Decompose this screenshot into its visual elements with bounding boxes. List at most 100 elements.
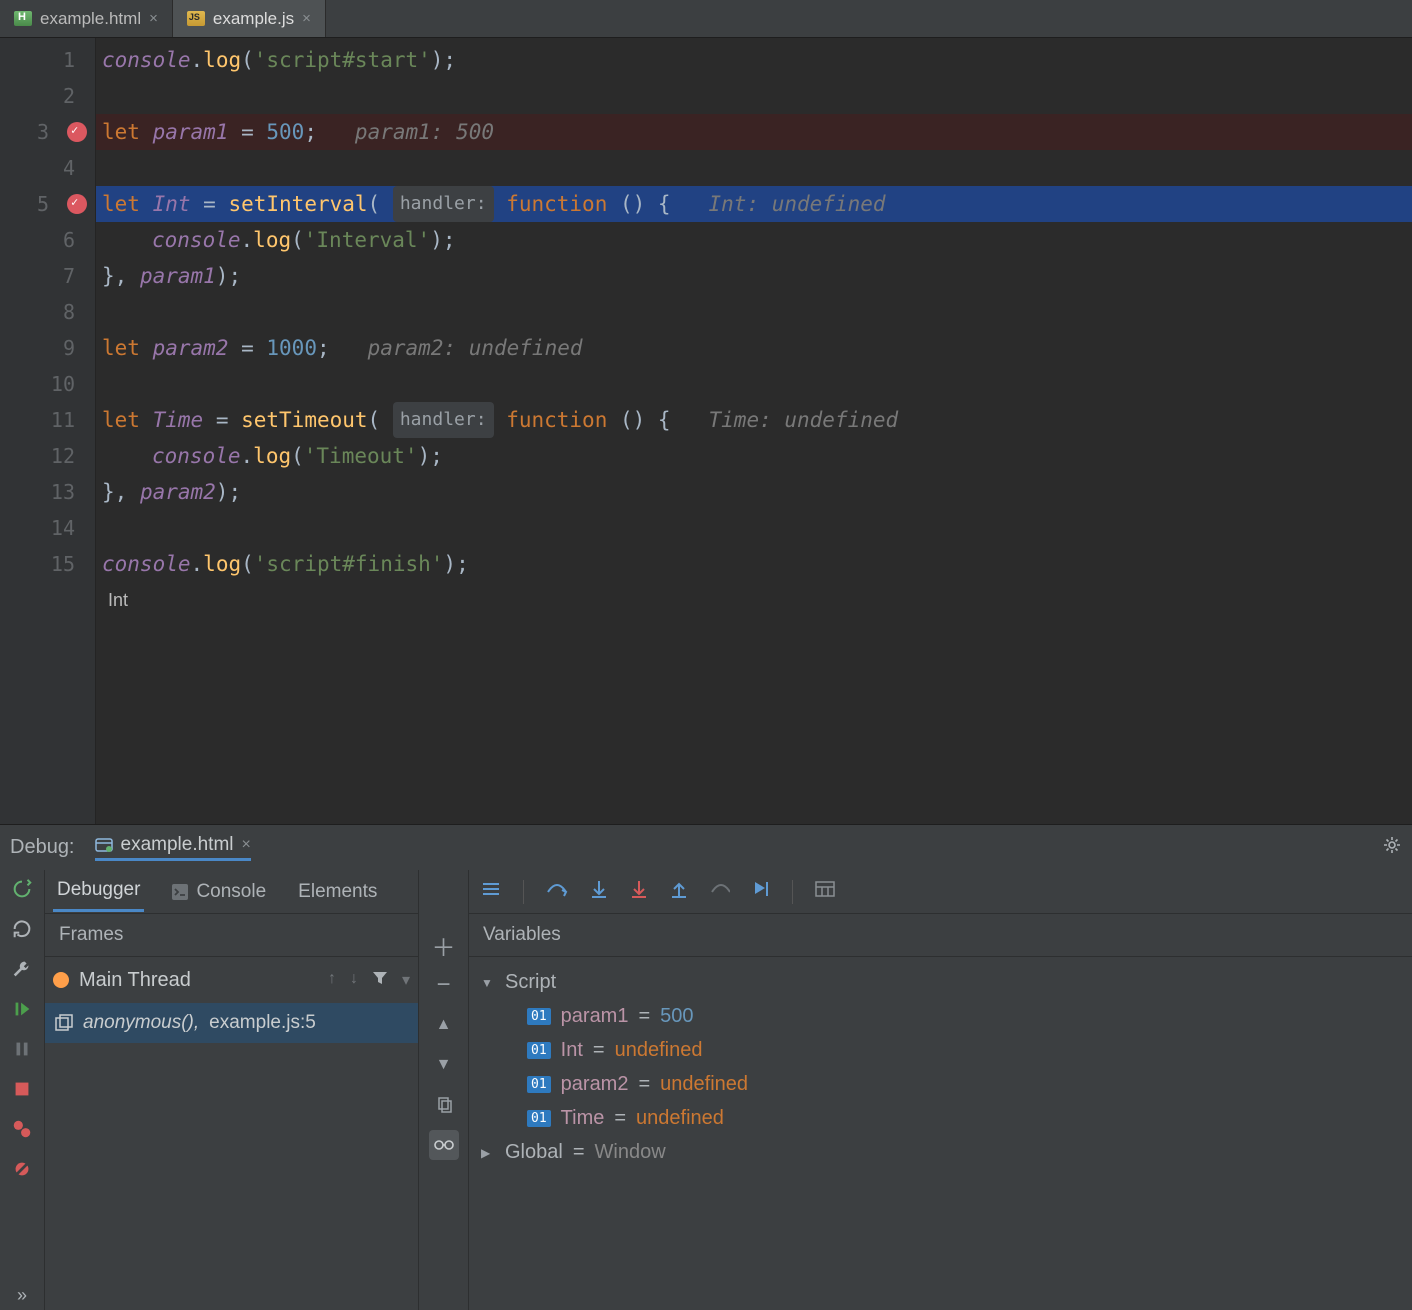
- frames-title: Frames: [45, 914, 418, 957]
- scope-global[interactable]: Global = Window: [481, 1135, 1400, 1169]
- tab-example-js[interactable]: example.js ×: [173, 0, 326, 37]
- line-number: 13: [0, 474, 87, 510]
- mute-breakpoints-button[interactable]: [7, 1154, 37, 1184]
- code-line: [96, 510, 1412, 546]
- stop-button[interactable]: [7, 1074, 37, 1104]
- filter-button[interactable]: [372, 970, 388, 991]
- js-file-icon: [187, 11, 205, 26]
- tab-label: example.html: [40, 9, 141, 29]
- variables-tree[interactable]: Script 01 param1 = 500 01 Int = undefine…: [469, 957, 1412, 1177]
- line-number: 9: [0, 330, 87, 366]
- type-badge: 01: [527, 1076, 551, 1093]
- wrench-button[interactable]: [7, 954, 37, 984]
- copy-icon: [436, 1097, 452, 1113]
- type-badge: 01: [527, 1110, 551, 1127]
- chevron-right-icon[interactable]: [481, 1144, 495, 1160]
- code-line: }, param1);: [96, 258, 1412, 294]
- tab-elements[interactable]: Elements: [294, 873, 381, 911]
- html-file-icon: [14, 11, 32, 26]
- line-number: 14: [0, 510, 87, 546]
- breakpoint-icon[interactable]: [67, 194, 87, 214]
- debug-tabs: Debugger Console Elements: [45, 870, 418, 914]
- stack-frame[interactable]: anonymous(), example.js:5: [45, 1003, 418, 1043]
- line-number: 5: [0, 186, 61, 222]
- code-content[interactable]: console.log('script#start'); let param1 …: [96, 38, 1412, 824]
- step-into-button[interactable]: [590, 879, 608, 904]
- breadcrumb: Int: [102, 582, 128, 618]
- step-out-button[interactable]: [670, 879, 688, 904]
- next-frame-button[interactable]: ↓: [350, 970, 358, 991]
- prev-frame-button[interactable]: ↑: [328, 970, 336, 991]
- show-execution-point-button[interactable]: [481, 881, 501, 902]
- code-line: console.log('Interval');: [96, 222, 1412, 258]
- editor-tabs: example.html × example.js ×: [0, 0, 1412, 38]
- funnel-icon: [372, 970, 388, 986]
- move-up-button[interactable]: ▲: [429, 1010, 459, 1040]
- code-line: [96, 78, 1412, 114]
- step-over-button[interactable]: [546, 880, 568, 903]
- browser-icon: [95, 836, 113, 854]
- debug-panel: » Debugger Console Elements Frames Main …: [0, 870, 1412, 1310]
- variable-row[interactable]: 01 Int = undefined: [481, 1033, 1400, 1067]
- remove-watch-button[interactable]: −: [429, 970, 459, 1000]
- scope-script[interactable]: Script: [481, 965, 1400, 999]
- glasses-icon: [434, 1139, 454, 1151]
- rerun-button[interactable]: [7, 874, 37, 904]
- thread-status-icon: [53, 972, 69, 988]
- debug-session-tab[interactable]: example.html ×: [95, 834, 251, 861]
- evaluate-expression-button[interactable]: [815, 881, 835, 902]
- drop-frame-button[interactable]: [710, 880, 730, 903]
- copy-button[interactable]: [429, 1090, 459, 1120]
- tab-console[interactable]: Console: [168, 873, 270, 911]
- resume-button[interactable]: [7, 994, 37, 1024]
- settings-button[interactable]: [1382, 835, 1402, 860]
- code-line: console.log('Timeout');: [96, 438, 1412, 474]
- line-number: 7: [0, 258, 87, 294]
- code-line: [96, 150, 1412, 186]
- code-line-current: let Int = setInterval( handler: function…: [96, 186, 1412, 222]
- variable-row[interactable]: 01 param2 = undefined: [481, 1067, 1400, 1101]
- line-number: 3: [0, 114, 61, 150]
- dropdown-button[interactable]: ▾: [402, 970, 410, 991]
- variable-row[interactable]: 01 Time = undefined: [481, 1101, 1400, 1135]
- view-breakpoints-button[interactable]: [7, 1114, 37, 1144]
- move-down-button[interactable]: ▼: [429, 1050, 459, 1080]
- debug-controls: »: [0, 870, 44, 1310]
- variable-row[interactable]: 01 param1 = 500: [481, 999, 1400, 1033]
- breakpoint-icon[interactable]: [67, 122, 87, 142]
- run-to-cursor-button[interactable]: [752, 879, 770, 904]
- tab-debugger[interactable]: Debugger: [53, 871, 144, 912]
- code-editor[interactable]: 1 2 3 4 5 6 7 8 9 10 11 12 13 14 15 cons…: [0, 38, 1412, 824]
- close-icon[interactable]: ×: [302, 10, 311, 27]
- line-number: 15: [0, 546, 87, 582]
- line-number: 1: [0, 42, 87, 78]
- line-number: 11: [0, 402, 87, 438]
- code-line: [96, 366, 1412, 402]
- force-step-into-button[interactable]: [630, 879, 648, 904]
- tab-example-html[interactable]: example.html ×: [0, 0, 173, 37]
- code-line: console.log('script#finish');: [96, 546, 1412, 582]
- more-button[interactable]: »: [7, 1280, 37, 1310]
- chevron-down-icon[interactable]: [481, 974, 495, 990]
- code-line: let param2 = 1000; param2: undefined: [96, 330, 1412, 366]
- code-line: [96, 294, 1412, 330]
- code-line: Int: [96, 582, 1412, 618]
- pause-button[interactable]: [7, 1034, 37, 1064]
- thread-selector[interactable]: Main Thread ↑ ↓ ▾: [45, 957, 418, 1003]
- line-number: 10: [0, 366, 87, 402]
- close-icon[interactable]: ×: [242, 836, 251, 854]
- debug-toolwindow-header: Debug: example.html ×: [0, 824, 1412, 870]
- variables-panel: ＋ − ▲ ▼ Variables: [418, 870, 1412, 1310]
- line-number: 2: [0, 78, 87, 114]
- param-hint: handler:: [393, 402, 494, 438]
- close-icon[interactable]: ×: [149, 10, 158, 27]
- code-line: }, param2);: [96, 474, 1412, 510]
- gear-icon: [1382, 835, 1402, 855]
- gutter[interactable]: 1 2 3 4 5 6 7 8 9 10 11 12 13 14 15: [0, 38, 96, 824]
- watches-view-button[interactable]: [429, 1130, 459, 1160]
- debug-label: Debug:: [10, 836, 75, 859]
- watches-toolbar: ＋ − ▲ ▼: [419, 870, 469, 1310]
- add-watch-button[interactable]: ＋: [429, 930, 459, 960]
- code-line: let param1 = 500; param1: 500: [96, 114, 1412, 150]
- restart-button[interactable]: [7, 914, 37, 944]
